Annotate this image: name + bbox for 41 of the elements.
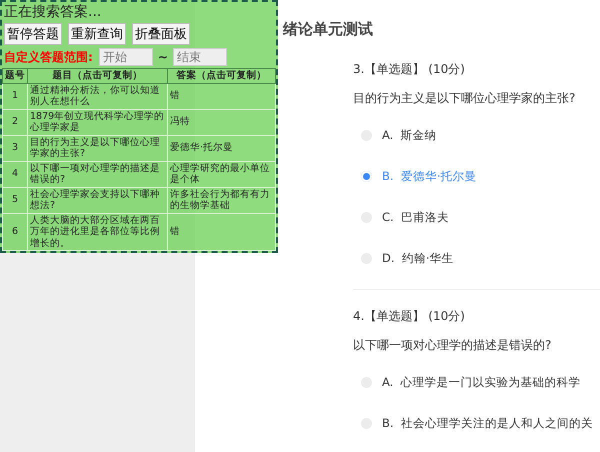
table-cell[interactable]: 错: [168, 213, 276, 250]
column-header: 题号: [2, 68, 28, 83]
page-title: 绪论单元测试: [283, 20, 374, 39]
table-cell: 3: [2, 135, 28, 161]
table-cell[interactable]: 冯特: [168, 109, 276, 135]
option-label[interactable]: D. 约翰·华生: [382, 251, 454, 266]
question-header: 3.【单选题】 (10分): [353, 61, 466, 78]
panel-button[interactable]: 暂停答题: [4, 23, 62, 45]
table-cell[interactable]: 目的行为主义是以下哪位心理学家的主张?: [28, 135, 168, 161]
radio-button[interactable]: [361, 171, 372, 182]
column-header: 题目（点击可复制）: [28, 68, 168, 83]
option-label[interactable]: B. 社会心理学关注的是人和人之间的关: [382, 416, 593, 431]
panel-button[interactable]: 重新查询: [68, 23, 126, 45]
table-cell: 1: [2, 83, 28, 109]
range-label: 自定义答题范围:: [4, 48, 93, 66]
table-cell[interactable]: 社会心理学家会支持以下哪种想法?: [28, 187, 168, 213]
range-separator: ~: [158, 50, 168, 64]
table-cell[interactable]: 错: [168, 83, 276, 109]
option-label[interactable]: C. 巴甫洛夫: [382, 210, 449, 225]
option-label[interactable]: B. 爱德华·托尔曼: [382, 169, 477, 184]
table-cell: 4: [2, 161, 28, 187]
panel-button[interactable]: 折叠面板: [132, 23, 190, 45]
table-cell[interactable]: 1879年创立现代科学心理学的心理学家是: [28, 109, 168, 135]
option-label[interactable]: A. 心理学是一门以实验为基础的科学: [382, 375, 581, 390]
question-header: 4.【单选题】 (10分): [353, 308, 466, 325]
option-label[interactable]: A. 斯金纳: [382, 128, 437, 143]
table-cell[interactable]: 以下哪一项对心理学的描述是错误的?: [28, 161, 168, 187]
table-cell[interactable]: 人类大脑的大部分区域在两百万年的进化里是各部位等比例增长的。: [28, 213, 168, 250]
range-end-field[interactable]: 结束: [172, 48, 227, 66]
table-cell[interactable]: 许多社会行为都有有力的生物学基础: [168, 187, 276, 213]
range-start-field[interactable]: 开始: [98, 48, 153, 66]
table-cell: 5: [2, 187, 28, 213]
table-cell[interactable]: 心理学研究的最小单位是个体: [168, 161, 276, 187]
column-header: 答案（点击可复制）: [168, 68, 276, 83]
question-text: 目的行为主义是以下哪位心理学家的主张?: [353, 90, 576, 107]
table-cell: 6: [2, 213, 28, 250]
table-cell: 2: [2, 109, 28, 135]
table-cell[interactable]: 通过精神分析法，你可以知道别人在想什么: [28, 83, 168, 109]
question-text: 以下哪一项对心理学的描述是错误的?: [353, 337, 552, 354]
table-cell[interactable]: 爱德华·托尔曼: [168, 135, 276, 161]
status-text: 正在搜索答案...: [4, 4, 102, 20]
